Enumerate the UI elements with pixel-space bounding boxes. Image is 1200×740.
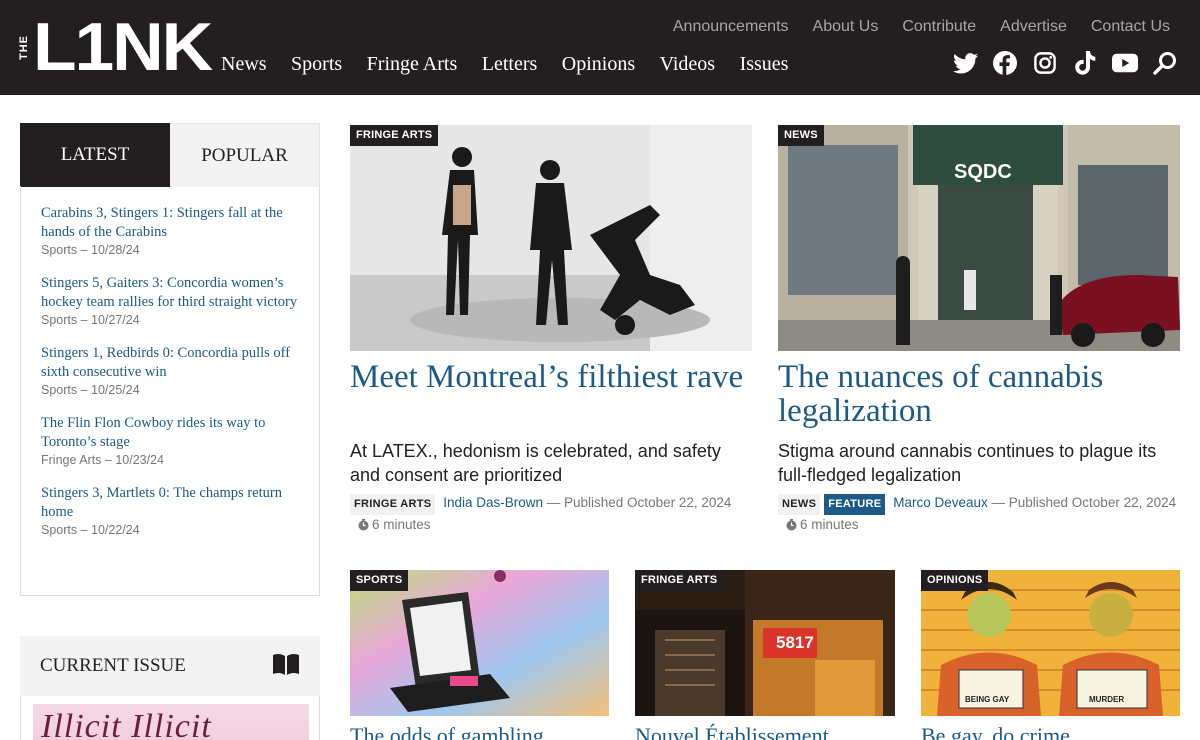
feature-dek: At LATEX., hedonism is celebrated, and s…	[350, 441, 721, 485]
read-time: 6 minutes	[372, 517, 431, 532]
card-title[interactable]: The odds of gambling	[350, 722, 620, 740]
list-item: The Flin Flon Cowboy rides its way to To…	[41, 414, 299, 467]
topnav-about-us[interactable]: About Us	[813, 18, 879, 36]
book-icon	[272, 653, 300, 680]
nav-videos[interactable]: Videos	[660, 53, 715, 76]
category-tag[interactable]: NEWS	[778, 494, 821, 515]
latest-item-meta: Sports – 10/28/24	[41, 243, 140, 257]
latest-item-title[interactable]: Carabins 3, Stingers 1: Stingers fall at…	[41, 204, 299, 242]
latest-item-title[interactable]: The Flin Flon Cowboy rides its way to To…	[41, 414, 299, 452]
address-sign: 5817	[776, 633, 814, 652]
clock-icon	[786, 517, 797, 536]
sqdc-sign: SQDC	[954, 161, 1012, 183]
instagram-icon[interactable]	[1032, 50, 1058, 76]
latest-list: Carabins 3, Stingers 1: Stingers fall at…	[20, 186, 320, 596]
site-header: THE L1NK Announcements About Us Contribu…	[0, 0, 1200, 95]
feature-title[interactable]: The nuances of cannabis legalization	[778, 360, 1188, 428]
author-link[interactable]: India Das-Brown	[443, 495, 543, 510]
topnav-contact-us[interactable]: Contact Us	[1091, 18, 1170, 36]
logo-wordmark: L1NK	[33, 9, 213, 85]
latest-item-title[interactable]: Stingers 1, Redbirds 0: Concordia pulls …	[41, 344, 299, 382]
card-title[interactable]: Be gay, do crime	[921, 722, 1191, 740]
list-item: Stingers 5, Gaiters 3: Concordia women’s…	[41, 274, 299, 327]
category-badge[interactable]: OPINIONS	[921, 570, 989, 591]
tiktok-icon[interactable]	[1072, 50, 1098, 76]
topnav-announcements[interactable]: Announcements	[673, 18, 789, 36]
feature-title[interactable]: Meet Montreal’s filthiest rave	[350, 360, 760, 394]
feature-image-rave[interactable]: FRINGE ARTS	[350, 125, 752, 351]
issue-cover-image: Illicit Illicit	[33, 704, 309, 740]
feature-image-sqdc[interactable]: SQDC NEWS	[778, 125, 1180, 351]
sign-right: MURDER	[1089, 695, 1125, 704]
youtube-icon[interactable]	[1112, 50, 1138, 76]
feature-meta: NEWS FEATURE Marco Deveaux — Published Oc…	[778, 493, 1182, 536]
card-title[interactable]: Nouvel Établissement	[635, 722, 905, 740]
nav-news[interactable]: News	[221, 53, 267, 76]
topnav-advertise[interactable]: Advertise	[1000, 18, 1067, 36]
latest-item-meta: Sports – 10/27/24	[41, 313, 140, 327]
card-image-nouvel[interactable]: 5817 FRINGE ARTS	[635, 570, 895, 716]
search-icon[interactable]	[1152, 50, 1178, 76]
publish-date: — Published October 22, 2024	[543, 495, 732, 510]
category-badge[interactable]: FRINGE ARTS	[350, 125, 439, 146]
logo-the: THE	[18, 34, 30, 60]
twitter-icon[interactable]	[952, 50, 978, 76]
tab-popular[interactable]: POPULAR	[170, 123, 320, 187]
read-time: 6 minutes	[800, 517, 859, 532]
category-badge[interactable]: FRINGE ARTS	[635, 570, 724, 591]
main-nav: News Sports Fringe Arts Letters Opinions…	[221, 53, 813, 76]
category-badge[interactable]: SPORTS	[350, 570, 409, 591]
card-image-gambling[interactable]: SPORTS	[350, 570, 609, 716]
social-links	[952, 50, 1178, 76]
card-image-be-gay[interactable]: BEING GAY MURDER OPINIONS	[921, 570, 1180, 716]
sign-left: BEING GAY	[965, 695, 1010, 704]
latest-item-meta: Sports – 10/25/24	[41, 383, 140, 397]
feature-meta: FRINGE ARTS India Das-Brown — Published …	[350, 493, 754, 536]
nav-opinions[interactable]: Opinions	[562, 53, 635, 76]
nav-issues[interactable]: Issues	[740, 53, 789, 76]
feature-tag[interactable]: FEATURE	[824, 494, 886, 515]
category-badge[interactable]: NEWS	[778, 125, 824, 146]
latest-item-title[interactable]: Stingers 5, Gaiters 3: Concordia women’s…	[41, 274, 299, 312]
author-link[interactable]: Marco Deveaux	[893, 495, 988, 510]
list-item: Stingers 1, Redbirds 0: Concordia pulls …	[41, 344, 299, 397]
site-logo[interactable]: THE L1NK	[18, 13, 213, 81]
latest-item-meta: Fringe Arts – 10/23/24	[41, 453, 164, 467]
issue-cover-title: Illicit Illicit	[41, 708, 212, 740]
topnav-contribute[interactable]: Contribute	[902, 18, 976, 36]
clock-icon	[358, 517, 369, 536]
category-tag[interactable]: FRINGE ARTS	[350, 494, 436, 515]
current-issue-header: CURRENT ISSUE	[20, 636, 320, 696]
list-item: Carabins 3, Stingers 1: Stingers fall at…	[41, 204, 299, 257]
top-nav: Announcements About Us Contribute Advert…	[673, 18, 1170, 36]
publish-date: — Published October 22, 2024	[987, 495, 1177, 510]
list-item: Stingers 3, Martlets 0: The champs retur…	[41, 484, 299, 537]
latest-item-meta: Sports – 10/22/24	[41, 523, 140, 537]
nav-fringe-arts[interactable]: Fringe Arts	[367, 53, 458, 76]
tab-latest[interactable]: LATEST	[20, 123, 170, 187]
nav-sports[interactable]: Sports	[291, 53, 342, 76]
sidebar-tabs: LATEST POPULAR	[20, 123, 320, 187]
feature-dek: Stigma around cannabis continues to plag…	[778, 441, 1157, 485]
current-issue-cover[interactable]: Illicit Illicit	[20, 696, 320, 740]
nav-letters[interactable]: Letters	[482, 53, 538, 76]
facebook-icon[interactable]	[992, 50, 1018, 76]
current-issue-label: CURRENT ISSUE	[40, 655, 186, 676]
latest-item-title[interactable]: Stingers 3, Martlets 0: The champs retur…	[41, 484, 299, 522]
